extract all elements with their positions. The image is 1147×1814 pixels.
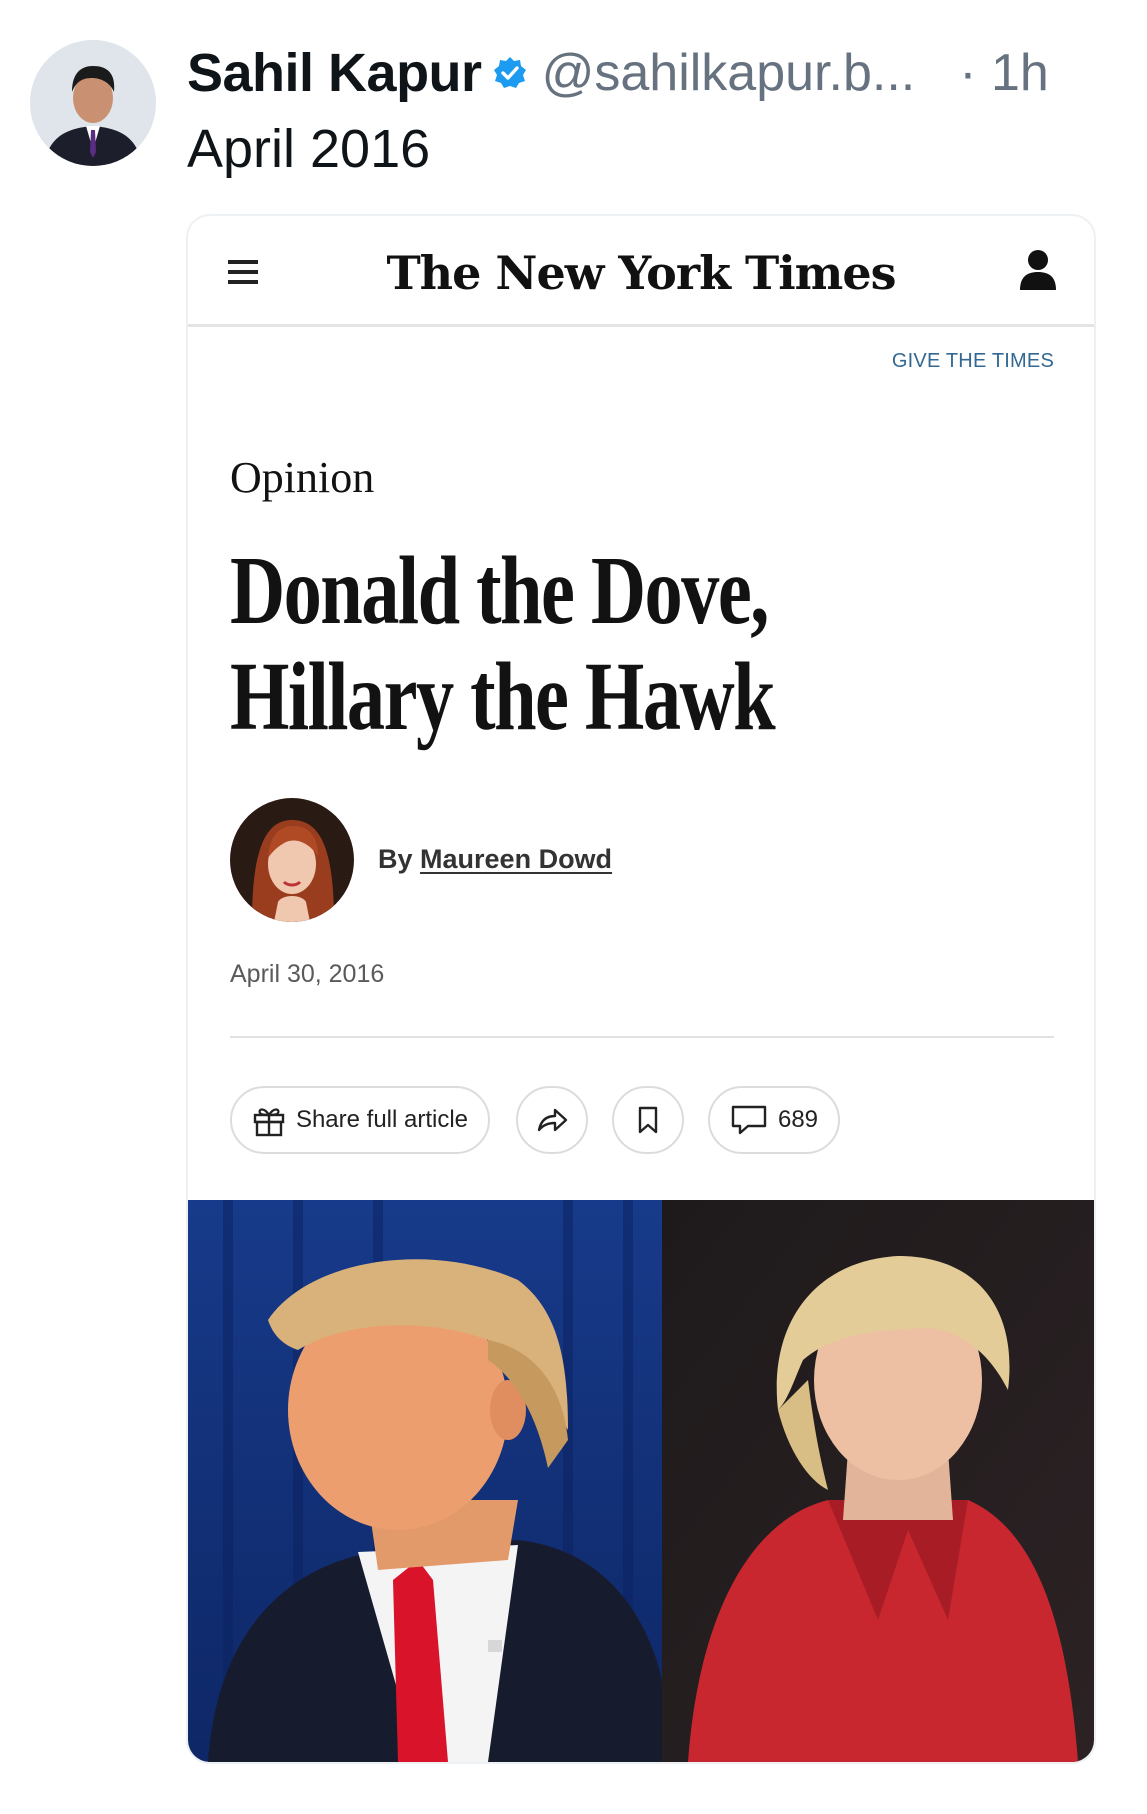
article-photo — [188, 1200, 1094, 1762]
publish-date: April 30, 2016 — [230, 960, 385, 988]
headline-line-2: Hillary the Hawk — [230, 643, 776, 751]
post-time[interactable]: · 1h — [959, 43, 1049, 103]
byline-author-photo — [230, 798, 354, 922]
author-link: Maureen Dowd — [420, 844, 613, 874]
gift-icon — [253, 1108, 285, 1137]
article-headline: Donald the Dove, Hillary the Hawk — [230, 538, 776, 750]
user-icon — [1020, 250, 1056, 290]
comment-icon — [731, 1105, 767, 1135]
nyt-top-bar: The New York Times — [188, 216, 1094, 327]
post-header: Sahil Kapur @sahilkapur.b... · 1h — [187, 38, 1087, 108]
nyt-masthead: The New York Times — [386, 246, 896, 300]
save-button — [612, 1086, 684, 1154]
share-button — [516, 1086, 588, 1154]
give-the-times-link: GIVE THE TIMES — [891, 350, 1054, 372]
byline: By Maureen Dowd — [378, 844, 612, 875]
headline-line-1: Donald the Dove, — [230, 537, 769, 645]
author-avatar[interactable] — [30, 40, 156, 166]
share-full-article-button: Share full article — [230, 1086, 490, 1154]
post-text: April 2016 — [187, 119, 431, 179]
share-label: Share full article — [295, 1106, 469, 1133]
verified-badge-icon — [493, 57, 526, 88]
profile-photo — [30, 40, 156, 166]
section-label: Opinion — [230, 453, 375, 502]
author-name[interactable]: Sahil Kapur — [187, 42, 482, 104]
author-handle[interactable]: @sahilkapur.b... — [542, 43, 916, 103]
forward-arrow-icon — [537, 1108, 568, 1132]
byline-prefix: By — [378, 844, 413, 874]
article-screenshot[interactable]: The New York Times GIVE THE TIMES Opinio… — [186, 214, 1096, 1764]
comment-count: 689 — [777, 1106, 819, 1133]
divider — [230, 1036, 1054, 1038]
bookmark-icon — [638, 1106, 658, 1134]
comments-button: 689 — [708, 1086, 840, 1154]
